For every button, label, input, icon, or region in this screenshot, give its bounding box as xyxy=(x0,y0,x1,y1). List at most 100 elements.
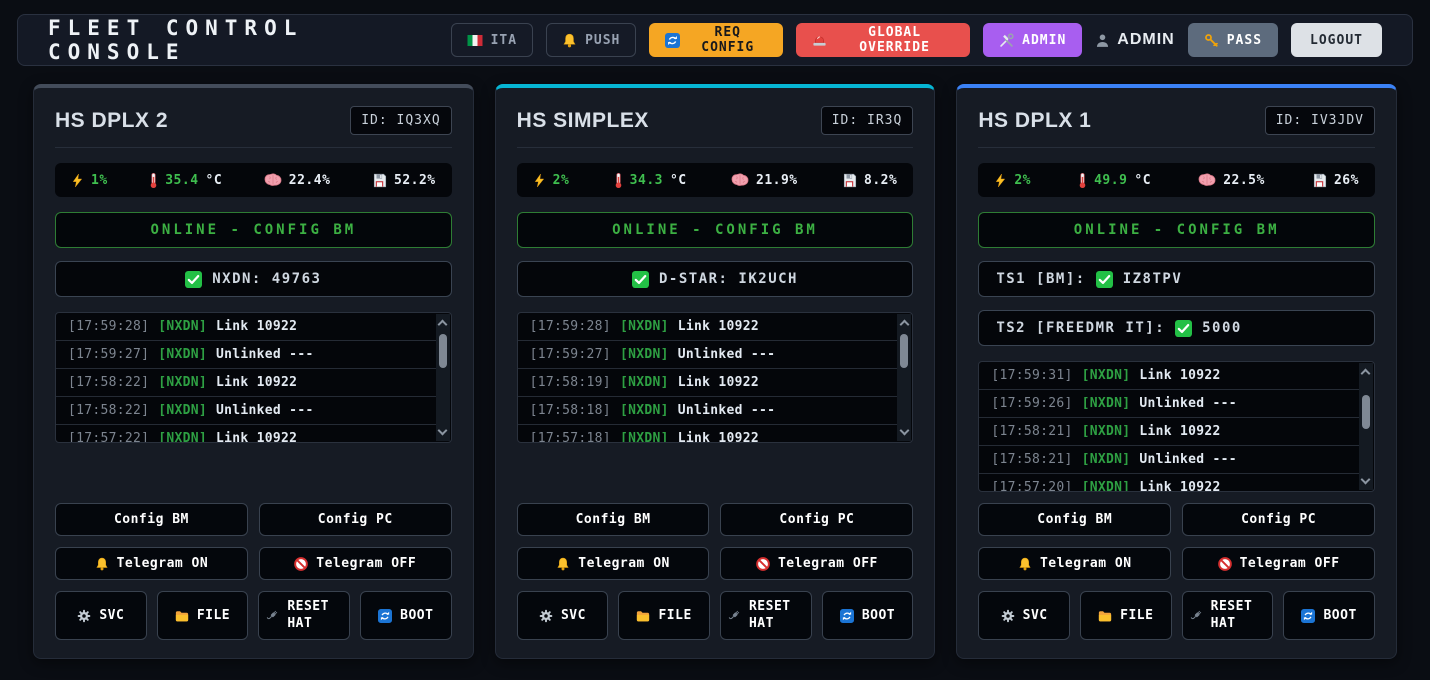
ts2-value: 5000 xyxy=(1202,320,1242,336)
language-button[interactable]: ITA xyxy=(451,23,533,57)
scroll-down-icon[interactable] xyxy=(899,426,909,436)
global-override-button[interactable]: GLOBAL OVERRIDE xyxy=(796,23,970,57)
log-protocol-tag: [NXDN] xyxy=(620,431,669,443)
disk-stat: 52.2% xyxy=(372,173,436,188)
log-timestamp: [17:57:18] xyxy=(530,431,611,443)
log-viewer[interactable]: [17:59:28] [NXDN] Link 10922 [17:59:27] … xyxy=(517,312,914,443)
boot-button[interactable]: BOOT xyxy=(1283,591,1375,640)
floppy-disk-icon xyxy=(842,173,857,188)
scrollbar-thumb[interactable] xyxy=(439,334,447,368)
log-scrollbar[interactable] xyxy=(1359,363,1373,490)
log-viewer[interactable]: [17:59:28] [NXDN] Link 10922 [17:59:27] … xyxy=(55,312,452,443)
req-config-button[interactable]: REQ CONFIG xyxy=(649,23,783,57)
log-message: Link 10922 xyxy=(216,375,297,390)
thermometer-icon xyxy=(1078,172,1087,189)
device-card-hs-dplx-1: HS DPLX 1 ID: IV3JDV 2% 49.9°C 22.5% 26%… xyxy=(956,84,1397,659)
telegram-off-button[interactable]: Telegram OFF xyxy=(259,547,452,580)
cpu-stat: 22.4% xyxy=(264,173,331,188)
scroll-up-icon[interactable] xyxy=(899,320,909,330)
admin-badge-button[interactable]: ADMIN xyxy=(983,23,1082,57)
log-message: Link 10922 xyxy=(1139,480,1220,492)
log-row: [17:57:18] [NXDN] Link 10922 xyxy=(518,425,898,443)
scrollbar-thumb[interactable] xyxy=(900,334,908,368)
svc-button[interactable]: SVC xyxy=(978,591,1070,640)
file-button[interactable]: FILE xyxy=(157,591,249,640)
folder-icon xyxy=(636,609,650,623)
log-timestamp: [17:58:22] xyxy=(68,375,149,390)
log-message: Unlinked --- xyxy=(678,347,776,362)
network-status-label: D-STAR: IK2UCH xyxy=(659,271,798,287)
device-id-badge: ID: IQ3XQ xyxy=(350,106,451,135)
divider xyxy=(55,147,452,148)
scroll-down-icon[interactable] xyxy=(1361,475,1371,485)
log-timestamp: [17:58:21] xyxy=(991,452,1072,467)
scrollbar-thumb[interactable] xyxy=(1362,395,1370,429)
log-protocol-tag: [NXDN] xyxy=(620,403,669,418)
config-bm-button[interactable]: Config BM xyxy=(55,503,248,536)
log-row: [17:58:21] [NXDN] Link 10922 xyxy=(979,418,1359,446)
brain-icon xyxy=(1198,173,1216,187)
log-message: Link 10922 xyxy=(1139,368,1220,383)
log-row: [17:59:28] [NXDN] Link 10922 xyxy=(56,313,436,341)
log-scrollbar[interactable] xyxy=(897,314,911,441)
reset-hat-button[interactable]: RESET HAT xyxy=(1182,591,1274,640)
sync-icon xyxy=(1301,609,1315,623)
telegram-on-button[interactable]: Telegram ON xyxy=(55,547,248,580)
gear-icon xyxy=(77,609,91,623)
scroll-up-icon[interactable] xyxy=(438,320,448,330)
bell-icon xyxy=(556,557,570,571)
username-label: ADMIN xyxy=(1117,31,1174,49)
device-id-badge: ID: IV3JDV xyxy=(1265,106,1375,135)
svc-button[interactable]: SVC xyxy=(55,591,147,640)
log-protocol-tag: [NXDN] xyxy=(158,431,207,443)
folder-icon xyxy=(1098,609,1112,623)
plug-icon xyxy=(265,609,279,623)
telegram-off-button[interactable]: Telegram OFF xyxy=(1182,547,1375,580)
log-row: [17:57:20] [NXDN] Link 10922 xyxy=(979,474,1359,492)
svc-button[interactable]: SVC xyxy=(517,591,609,640)
telegram-on-button[interactable]: Telegram ON xyxy=(517,547,710,580)
log-row: [17:57:22] [NXDN] Link 10922 xyxy=(56,425,436,443)
config-pc-button[interactable]: Config PC xyxy=(720,503,913,536)
push-button[interactable]: PUSH xyxy=(546,23,636,57)
log-protocol-tag: [NXDN] xyxy=(158,375,207,390)
config-bm-button[interactable]: Config BM xyxy=(978,503,1171,536)
boot-button[interactable]: BOOT xyxy=(360,591,452,640)
temperature-stat: 49.9°C xyxy=(1078,172,1151,189)
prohibited-icon xyxy=(294,557,308,571)
log-protocol-tag: [NXDN] xyxy=(1082,424,1131,439)
logout-button[interactable]: LOGOUT xyxy=(1291,23,1382,57)
telegram-off-button[interactable]: Telegram OFF xyxy=(720,547,913,580)
boot-button[interactable]: BOOT xyxy=(822,591,914,640)
temperature-stat: 34.3°C xyxy=(614,172,687,189)
file-button[interactable]: FILE xyxy=(1080,591,1172,640)
telegram-on-button[interactable]: Telegram ON xyxy=(978,547,1171,580)
stats-bar: 2% 49.9°C 22.5% 26% xyxy=(978,163,1375,197)
config-pc-button[interactable]: Config PC xyxy=(259,503,452,536)
battery-stat: 2% xyxy=(533,173,570,188)
prohibited-icon xyxy=(1218,557,1232,571)
key-icon xyxy=(1204,33,1219,48)
spacer xyxy=(55,443,452,492)
config-pc-button[interactable]: Config PC xyxy=(1182,503,1375,536)
log-scrollbar[interactable] xyxy=(436,314,450,441)
log-row: [17:59:27] [NXDN] Unlinked --- xyxy=(56,341,436,369)
log-message: Unlinked --- xyxy=(216,347,314,362)
log-message: Unlinked --- xyxy=(1139,452,1237,467)
status-badge: ONLINE - CONFIG BM xyxy=(55,212,452,248)
pass-button[interactable]: PASS xyxy=(1188,23,1278,57)
prohibited-icon xyxy=(756,557,770,571)
log-timestamp: [17:59:28] xyxy=(68,319,149,334)
reset-hat-button[interactable]: RESET HAT xyxy=(258,591,350,640)
stats-bar: 1% 35.4°C 22.4% 52.2% xyxy=(55,163,452,197)
device-card-hs-dplx-2: HS DPLX 2 ID: IQ3XQ 1% 35.4°C 22.4% 52.2… xyxy=(33,84,474,659)
cpu-stat: 21.9% xyxy=(731,173,798,188)
scroll-up-icon[interactable] xyxy=(1361,369,1371,379)
config-bm-button[interactable]: Config BM xyxy=(517,503,710,536)
log-viewer[interactable]: [17:59:31] [NXDN] Link 10922 [17:59:26] … xyxy=(978,361,1375,492)
header-actions: ITA PUSH REQ CONFIG GLOBAL OVERRIDE ADMI… xyxy=(451,23,1382,57)
scroll-down-icon[interactable] xyxy=(438,426,448,436)
file-button[interactable]: FILE xyxy=(618,591,710,640)
temperature-stat: 35.4°C xyxy=(149,172,222,189)
reset-hat-button[interactable]: RESET HAT xyxy=(720,591,812,640)
